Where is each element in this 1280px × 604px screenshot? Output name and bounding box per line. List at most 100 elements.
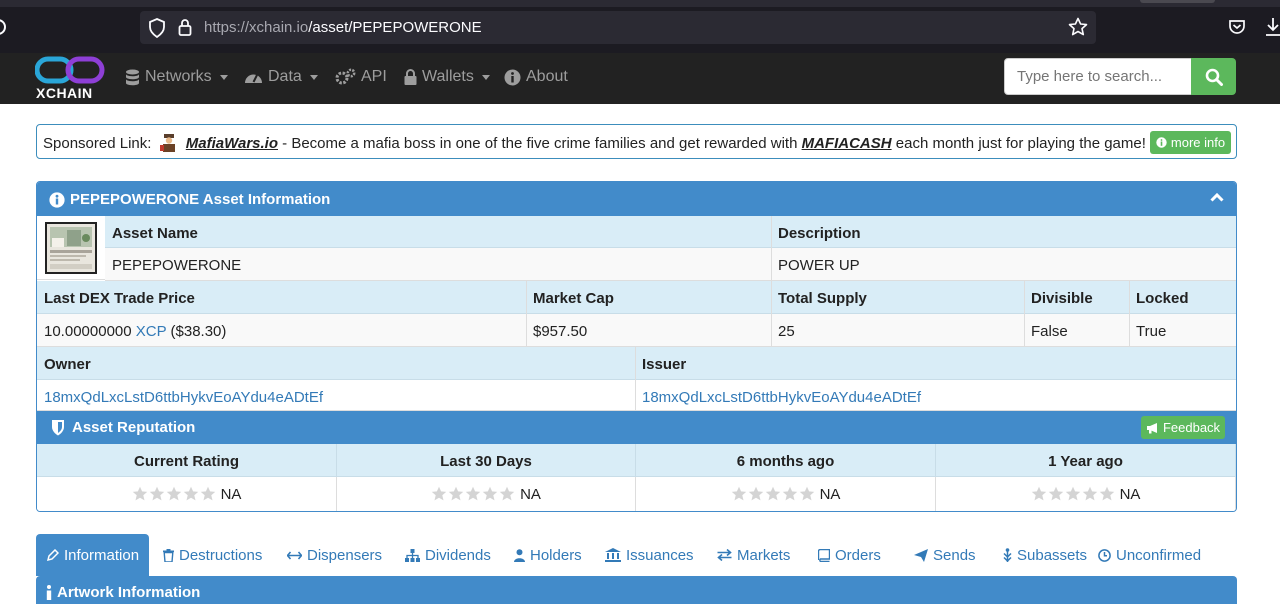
divider	[771, 281, 772, 347]
reputation-col-value: NA	[636, 477, 936, 511]
xcp-link[interactable]: XCP	[136, 323, 167, 340]
reputation-title: Asset Reputation	[72, 419, 196, 436]
sponsored-prefix: Sponsored Link:	[43, 135, 152, 152]
lock-icon	[404, 69, 417, 85]
star-rating	[1031, 486, 1115, 502]
star-empty-icon	[448, 486, 464, 502]
tab-dispensers[interactable]: Dispensers	[277, 534, 392, 576]
clock-icon	[1098, 548, 1111, 562]
mafiacash-link[interactable]: MAFIACASH	[802, 135, 892, 152]
download-icon[interactable]	[1265, 16, 1280, 38]
last-trade-header: Last DEX Trade Price	[37, 281, 527, 314]
nav-api[interactable]: API	[335, 68, 387, 86]
xchain-logo[interactable]: XCHAIN	[35, 55, 107, 101]
asset-reputation-header: Asset Reputation Feedback	[37, 411, 1236, 444]
dashboard-icon	[245, 74, 262, 83]
star-empty-icon	[799, 486, 815, 502]
sponsored-banner: Sponsored Link: MafiaWars.io - Become a …	[36, 124, 1237, 159]
star-empty-icon	[132, 486, 148, 502]
arrows-horizontal-icon	[287, 550, 302, 560]
database-icon	[126, 69, 139, 85]
star-empty-icon	[748, 486, 764, 502]
tab-indicator	[1140, 0, 1215, 3]
star-empty-icon	[1065, 486, 1081, 502]
info-circle-icon	[49, 191, 65, 208]
asset-thumbnail[interactable]	[45, 222, 97, 274]
tab-markets[interactable]: Markets	[707, 534, 800, 576]
nav-about[interactable]: About	[504, 68, 568, 86]
tab-sends[interactable]: Sends	[904, 534, 986, 576]
nav-wallets[interactable]: Wallets	[404, 68, 490, 86]
reload-icon[interactable]	[0, 18, 8, 36]
star-empty-icon	[183, 486, 199, 502]
divider	[635, 347, 636, 411]
owner-value: 18mxQdLxcLstD6ttbHykvEoAYdu4eADtEf	[37, 380, 636, 411]
owner-address-link[interactable]: 18mxQdLxcLstD6ttbHykvEoAYdu4eADtEf	[44, 389, 323, 406]
star-empty-icon	[166, 486, 182, 502]
feedback-button[interactable]: Feedback	[1141, 416, 1225, 439]
padlock-icon[interactable]	[178, 18, 192, 36]
market-cap-header: Market Cap	[526, 281, 772, 314]
mafiawars-link[interactable]: MafiaWars.io	[186, 135, 278, 152]
star-empty-icon	[731, 486, 747, 502]
pocket-icon[interactable]	[1228, 18, 1246, 36]
divider	[771, 216, 772, 281]
market-cap-value: $957.50	[526, 314, 772, 347]
nav-networks[interactable]: Networks	[125, 68, 228, 86]
artwork-title: Artwork Information	[57, 584, 201, 601]
star-empty-icon	[149, 486, 165, 502]
tab-holders[interactable]: Holders	[504, 534, 592, 576]
caret-down-icon	[219, 74, 228, 80]
info-icon	[46, 585, 52, 600]
last-trade-value: 10.00000000 XCP ($38.30)	[37, 314, 527, 347]
asset-name-value: PEPEPOWERONE	[105, 248, 772, 281]
chevron-up-icon[interactable]	[1210, 192, 1224, 202]
reputation-col-value: NA	[936, 477, 1236, 511]
total-supply-header: Total Supply	[771, 281, 1025, 314]
reputation-col-header: Last 30 Days	[337, 444, 636, 477]
tab-strip	[0, 0, 1280, 7]
address-bar[interactable]: https://xchain.io/asset/PEPEPOWERONE	[140, 11, 1096, 44]
logo-mark-icon	[35, 56, 105, 84]
search-input[interactable]	[1004, 58, 1192, 95]
tab-label: Information	[64, 546, 140, 564]
tab-destructions[interactable]: Destructions	[153, 534, 272, 576]
feedback-label: Feedback	[1162, 420, 1221, 435]
owner-header: Owner	[37, 347, 636, 380]
sponsored-middle: - Become a mafia boss in one of the five…	[278, 135, 802, 152]
asset-info-panel: PEPEPOWERONE Asset Information Asset Nam…	[36, 181, 1237, 512]
asset-info-header: PEPEPOWERONE Asset Information	[37, 182, 1236, 216]
code-fork-icon	[1003, 548, 1012, 562]
url-text[interactable]: https://xchain.io/asset/PEPEPOWERONE	[204, 19, 482, 36]
star-empty-icon	[465, 486, 481, 502]
tab-issuances[interactable]: Issuances	[595, 534, 704, 576]
tab-unconfirmed[interactable]: Unconfirmed	[1088, 534, 1211, 576]
issuer-address-link[interactable]: 18mxQdLxcLstD6ttbHykvEoAYdu4eADtEf	[642, 389, 921, 406]
more-info-button[interactable]: more info	[1150, 131, 1231, 154]
nav-api-label: API	[361, 68, 387, 85]
shield-icon[interactable]	[148, 18, 166, 38]
nav-data[interactable]: Data	[244, 68, 318, 86]
star-rating	[431, 486, 515, 502]
user-icon	[514, 548, 525, 562]
nav-wallets-label: Wallets	[422, 68, 474, 85]
cogs-icon	[335, 68, 356, 85]
tab-information[interactable]: Information	[36, 534, 150, 576]
bank-icon	[605, 548, 621, 562]
search-button[interactable]	[1191, 58, 1236, 95]
star-empty-icon	[1099, 486, 1115, 502]
asset-tabs: Information Destructions Dispensers Dividen…	[36, 534, 1237, 576]
bookmark-star-icon[interactable]	[1068, 17, 1088, 37]
paper-plane-icon	[914, 548, 928, 562]
tab-dividends[interactable]: Dividends	[395, 534, 501, 576]
issuer-header: Issuer	[635, 347, 1236, 380]
tab-subassets[interactable]: Subassets	[993, 534, 1097, 576]
star-empty-icon	[782, 486, 798, 502]
site-navbar: XCHAIN Networks Data API Wallets About	[0, 53, 1280, 104]
trash-icon	[163, 548, 174, 562]
asset-name-header: Asset Name	[105, 216, 772, 248]
star-empty-icon	[482, 486, 498, 502]
tab-label: Holders	[530, 546, 582, 564]
description-header: Description	[771, 216, 1236, 248]
tab-orders[interactable]: Orders	[808, 534, 891, 576]
